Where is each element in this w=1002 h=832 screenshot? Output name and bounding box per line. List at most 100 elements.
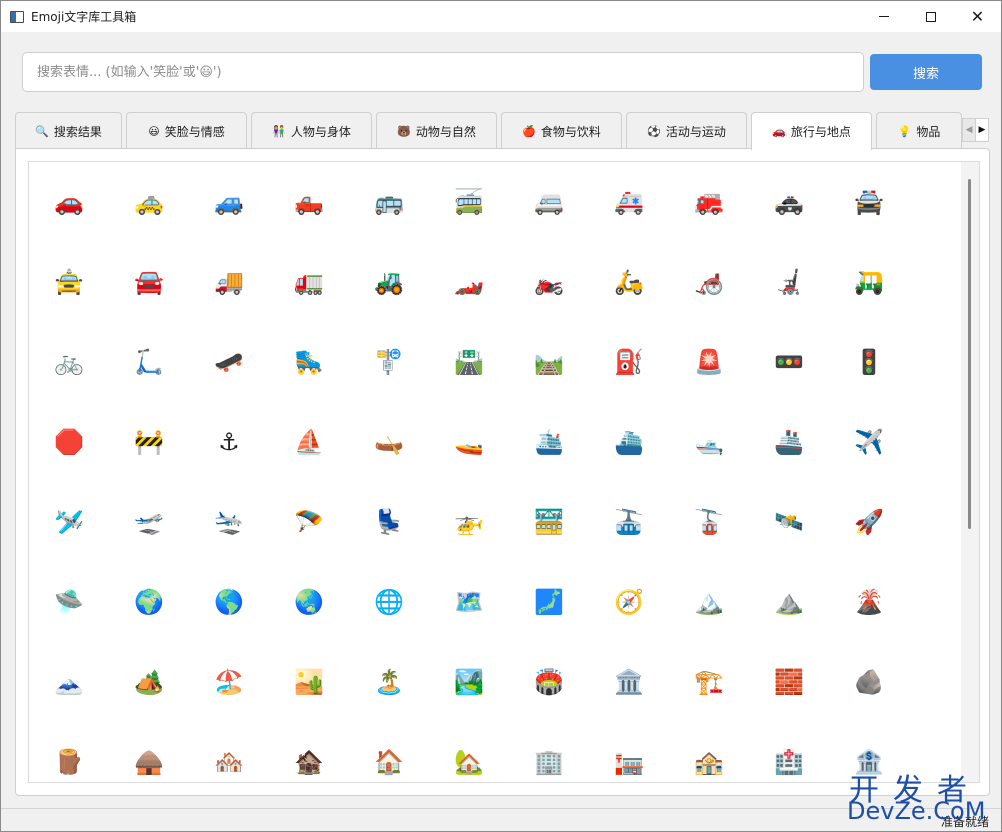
emoji-cell[interactable]: 🛺	[829, 242, 909, 322]
tab-smileys-emotion[interactable]: 😃 笑脸与情感	[126, 112, 247, 149]
emoji-cell[interactable]: 🛬	[189, 482, 269, 562]
emoji-cell[interactable]: 🏡	[429, 722, 509, 782]
emoji-cell[interactable]: 🏞️	[429, 642, 509, 722]
emoji-cell[interactable]: 🏥	[749, 722, 829, 782]
tab-activities[interactable]: ⚽ 活动与运动	[626, 112, 747, 149]
emoji-cell[interactable]: 🛳️	[509, 402, 589, 482]
emoji-cell[interactable]: 🏢	[509, 722, 589, 782]
tab-scroll-left-button[interactable]: ◀	[962, 118, 976, 142]
emoji-cell[interactable]: ⛰️	[749, 562, 829, 642]
title-bar[interactable]: Emoji文字库工具箱 ✕	[1, 1, 1001, 32]
emoji-cell[interactable]: 🛼	[269, 322, 349, 402]
emoji-cell[interactable]: 🚢	[749, 402, 829, 482]
emoji-cell[interactable]: 🚤	[429, 402, 509, 482]
vertical-scrollbar[interactable]	[961, 162, 979, 782]
tab-people-body[interactable]: 👫 人物与身体	[251, 112, 372, 149]
emoji-cell[interactable]: 🏗️	[669, 642, 749, 722]
emoji-cell[interactable]: 🏔️	[669, 562, 749, 642]
emoji-cell[interactable]: 🚦	[829, 322, 909, 402]
emoji-cell[interactable]: ⛵	[269, 402, 349, 482]
tab-food-drink[interactable]: 🍎 食物与饮料	[501, 112, 622, 149]
emoji-cell[interactable]: 🏖️	[189, 642, 269, 722]
tab-scroll-right-button[interactable]: ▶	[975, 118, 989, 142]
emoji-cell[interactable]: 🏜️	[269, 642, 349, 722]
emoji-cell[interactable]: 🌐	[349, 562, 429, 642]
emoji-cell[interactable]: 🌎	[189, 562, 269, 642]
emoji-cell[interactable]: 🚠	[589, 482, 669, 562]
emoji-cell[interactable]: 🏍️	[509, 242, 589, 322]
emoji-cell[interactable]: 🚖	[29, 242, 109, 322]
emoji-cell[interactable]: 🚐	[509, 162, 589, 242]
emoji-cell[interactable]: 🚚	[189, 242, 269, 322]
emoji-cell[interactable]: 🚜	[349, 242, 429, 322]
emoji-cell[interactable]: 🛣️	[429, 322, 509, 402]
emoji-cell[interactable]: 🛶	[349, 402, 429, 482]
emoji-cell[interactable]: 🛻	[269, 162, 349, 242]
emoji-cell[interactable]: 🗻	[29, 642, 109, 722]
emoji-cell[interactable]: 🚒	[669, 162, 749, 242]
scrollbar-thumb[interactable]	[968, 179, 971, 529]
emoji-cell[interactable]: 🚕	[109, 162, 189, 242]
emoji-cell[interactable]: 🏕️	[109, 642, 189, 722]
emoji-cell[interactable]: ⛽	[589, 322, 669, 402]
emoji-cell[interactable]: 🏤	[669, 722, 749, 782]
emoji-cell[interactable]: ⚓	[189, 402, 269, 482]
emoji-cell[interactable]: 🌋	[829, 562, 909, 642]
maximize-button[interactable]	[907, 1, 954, 32]
emoji-cell[interactable]: 🚥	[749, 322, 829, 402]
tab-animals-nature[interactable]: 🐻 动物与自然	[376, 112, 497, 149]
tab-travel-places[interactable]: 🚗 旅行与地点	[751, 112, 872, 150]
emoji-cell[interactable]: 🏎️	[429, 242, 509, 322]
emoji-cell[interactable]: 🏣	[589, 722, 669, 782]
emoji-cell[interactable]: 🛑	[29, 402, 109, 482]
emoji-cell[interactable]: 🪵	[29, 722, 109, 782]
close-button[interactable]: ✕	[954, 1, 1001, 32]
emoji-cell[interactable]: 🏘️	[189, 722, 269, 782]
emoji-cell[interactable]: 🛩️	[29, 482, 109, 562]
emoji-cell[interactable]: 🧱	[749, 642, 829, 722]
emoji-cell[interactable]: 🚡	[669, 482, 749, 562]
emoji-cell[interactable]: 🛸	[29, 562, 109, 642]
emoji-cell[interactable]: 🗾	[509, 562, 589, 642]
emoji-cell[interactable]: 🛥️	[669, 402, 749, 482]
emoji-cell[interactable]: 💺	[349, 482, 429, 562]
emoji-cell[interactable]: 🏠	[349, 722, 429, 782]
emoji-cell[interactable]: 🚎	[429, 162, 509, 242]
emoji-cell[interactable]: 🚲	[29, 322, 109, 402]
emoji-cell[interactable]: 🚌	[349, 162, 429, 242]
minimize-button[interactable]	[860, 1, 907, 32]
emoji-cell[interactable]: 🛴	[109, 322, 189, 402]
emoji-cell[interactable]: 🦽	[669, 242, 749, 322]
emoji-cell[interactable]: 🚙	[189, 162, 269, 242]
emoji-cell[interactable]: 🚀	[829, 482, 909, 562]
emoji-cell[interactable]: 🚑	[589, 162, 669, 242]
emoji-cell[interactable]: ✈️	[829, 402, 909, 482]
emoji-cell[interactable]: 🚏	[349, 322, 429, 402]
emoji-cell[interactable]: 🛹	[189, 322, 269, 402]
emoji-cell[interactable]: 🚁	[429, 482, 509, 562]
emoji-cell[interactable]: 🗺️	[429, 562, 509, 642]
emoji-cell[interactable]: 🏛️	[589, 642, 669, 722]
emoji-cell[interactable]: 🚗	[29, 162, 109, 242]
emoji-cell[interactable]: 🚛	[269, 242, 349, 322]
emoji-cell[interactable]: 🛖	[109, 722, 189, 782]
emoji-cell[interactable]: 🛤️	[509, 322, 589, 402]
emoji-cell[interactable]: 🚧	[109, 402, 189, 482]
emoji-cell[interactable]: 🚓	[749, 162, 829, 242]
emoji-cell[interactable]: 🚘	[109, 242, 189, 322]
search-input[interactable]	[22, 52, 864, 92]
emoji-cell[interactable]: 🚟	[509, 482, 589, 562]
emoji-cell[interactable]: 🪂	[269, 482, 349, 562]
emoji-cell[interactable]: 🪨	[829, 642, 909, 722]
emoji-cell[interactable]: 🧭	[589, 562, 669, 642]
emoji-cell[interactable]: 🛰️	[749, 482, 829, 562]
emoji-cell[interactable]: 🌍	[109, 562, 189, 642]
emoji-cell[interactable]: 🏟️	[509, 642, 589, 722]
emoji-cell[interactable]: 🛫	[109, 482, 189, 562]
emoji-cell[interactable]: 🏚️	[269, 722, 349, 782]
emoji-cell[interactable]: 🏝️	[349, 642, 429, 722]
tab-search-results[interactable]: 🔍 搜索结果	[15, 112, 122, 149]
emoji-cell[interactable]: 🛵	[589, 242, 669, 322]
emoji-cell[interactable]: 🦼	[749, 242, 829, 322]
emoji-cell[interactable]: ⛴️	[589, 402, 669, 482]
